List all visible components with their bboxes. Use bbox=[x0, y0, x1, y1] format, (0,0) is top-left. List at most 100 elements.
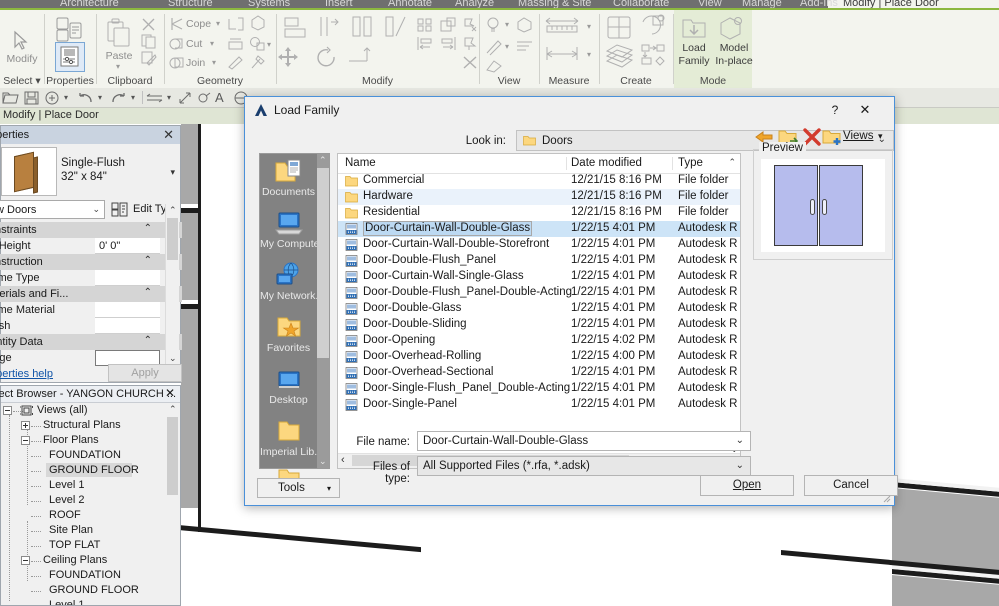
property-group-constraints[interactable]: Constraints ⌃ bbox=[0, 222, 182, 238]
offset-icon[interactable] bbox=[317, 14, 343, 40]
scroll-up-icon[interactable]: ⌃ bbox=[319, 155, 327, 166]
eraser-icon[interactable] bbox=[485, 58, 503, 74]
file-list-header[interactable]: Name Date modified Type ⌃ bbox=[338, 154, 740, 174]
apply-button[interactable]: Apply bbox=[108, 364, 182, 382]
place-desktop[interactable]: Desktop bbox=[260, 364, 317, 414]
create-group-icon[interactable] bbox=[639, 14, 667, 40]
expander-icon[interactable] bbox=[21, 556, 30, 565]
edit-paint-icon[interactable] bbox=[227, 54, 244, 70]
open-icon[interactable] bbox=[2, 91, 19, 105]
close-icon[interactable]: ✕ bbox=[163, 127, 174, 143]
modify-button-label[interactable]: Modify bbox=[0, 53, 44, 65]
load-family-icon[interactable] bbox=[681, 15, 707, 41]
copy-icon[interactable] bbox=[141, 34, 157, 49]
paste-icon[interactable] bbox=[106, 18, 132, 48]
geometry-caret-icon[interactable]: ▾ bbox=[267, 40, 271, 49]
column-header-type[interactable]: Type bbox=[678, 157, 703, 169]
move-icon[interactable] bbox=[273, 44, 303, 72]
sort-ascending-icon[interactable]: ⌃ bbox=[728, 157, 736, 168]
cut-scissors-icon[interactable] bbox=[141, 18, 157, 32]
places-bar[interactable]: Documents My Computer My Network... bbox=[259, 153, 330, 489]
measure-between-icon[interactable] bbox=[544, 17, 584, 37]
chevron-down-icon[interactable]: ▾ bbox=[170, 167, 175, 178]
table-row[interactable]: Door-Single-Flush_Panel_Double-Acting 1/… bbox=[338, 381, 740, 397]
undo-caret-icon[interactable]: ▾ bbox=[98, 93, 102, 102]
cope-caret-icon[interactable]: ▾ bbox=[216, 19, 220, 28]
expander-icon[interactable] bbox=[3, 406, 12, 415]
property-value-box[interactable] bbox=[95, 270, 160, 286]
measure-caret-icon[interactable]: ▾ bbox=[587, 22, 591, 31]
paste-caret-icon[interactable]: ▾ bbox=[116, 62, 120, 71]
align-right-icon[interactable] bbox=[440, 36, 456, 51]
sync-caret-icon[interactable]: ▾ bbox=[64, 93, 68, 102]
property-row-frame-material[interactable]: Frame Material bbox=[0, 302, 182, 318]
paste-button-label[interactable]: Paste bbox=[101, 50, 137, 62]
scroll-down-icon[interactable]: ⌄ bbox=[169, 353, 177, 364]
align-icon[interactable] bbox=[283, 16, 311, 40]
cancel-button[interactable]: Cancel bbox=[804, 475, 898, 496]
create-parts-icon[interactable] bbox=[604, 43, 636, 69]
new-folder-icon[interactable] bbox=[821, 127, 843, 147]
collapse-icon[interactable]: ⌃ bbox=[144, 335, 152, 346]
model-in-place-label-line1[interactable]: Model bbox=[714, 42, 754, 54]
property-row-sill-height[interactable]: Sill Height 0' 0" bbox=[0, 238, 182, 254]
place-favorites[interactable]: Favorites bbox=[260, 312, 317, 362]
project-browser-scrollbar[interactable]: ⌃ bbox=[166, 403, 179, 604]
load-family-label-line2[interactable]: Family bbox=[674, 55, 714, 67]
views-dropdown-button[interactable]: Views bbox=[843, 130, 873, 142]
place-imperial-library[interactable]: Imperial Lib... bbox=[260, 416, 317, 466]
cope-icon[interactable] bbox=[169, 17, 185, 31]
measure-element-icon[interactable] bbox=[544, 44, 584, 64]
close-icon[interactable]: ✕ bbox=[165, 386, 175, 400]
property-group-identity-data[interactable]: Identity Data ⌃ bbox=[0, 334, 182, 350]
save-icon[interactable] bbox=[24, 91, 39, 105]
table-row[interactable]: Door-Opening 1/22/15 4:02 PM Autodesk R bbox=[338, 333, 740, 349]
scrollbar-thumb[interactable] bbox=[167, 417, 178, 495]
property-group-materials[interactable]: Materials and Fi... ⌃ bbox=[0, 286, 182, 302]
tools-button[interactable]: Tools ▾ bbox=[257, 478, 340, 498]
join-button-label[interactable]: Join bbox=[186, 57, 205, 69]
load-family-label-line1[interactable]: Load bbox=[674, 42, 714, 54]
help-button[interactable]: ? bbox=[824, 101, 846, 119]
cut-geometry-icon[interactable] bbox=[169, 36, 185, 51]
scroll-up-icon[interactable]: ⌃ bbox=[169, 404, 177, 415]
filetype-dropdown[interactable]: All Supported Files (*.rfa, *.adsk) ⌄ bbox=[417, 456, 751, 476]
chevron-down-icon[interactable]: ⌄ bbox=[736, 460, 744, 471]
sync-icon[interactable] bbox=[45, 91, 61, 105]
file-list-rows[interactable]: Commercial 12/21/15 8:16 PM File folder … bbox=[338, 173, 740, 455]
create-similar-icon[interactable] bbox=[606, 15, 634, 41]
split-face-icon[interactable] bbox=[227, 17, 244, 31]
model-in-place-label-line2[interactable]: In-place bbox=[714, 55, 754, 67]
property-row-finish[interactable]: Finish bbox=[0, 318, 182, 334]
delete-x-icon[interactable] bbox=[462, 55, 478, 70]
scrollbar-thumb[interactable] bbox=[317, 168, 329, 358]
property-group-construction[interactable]: Construction ⌃ bbox=[0, 254, 182, 270]
table-row[interactable]: Door-Double-Flush_Panel 1/22/15 4:01 PM … bbox=[338, 253, 740, 269]
property-value-box[interactable] bbox=[95, 318, 160, 334]
text-icon[interactable]: A bbox=[215, 90, 224, 105]
file-name[interactable]: Door-Curtain-Wall-Double-Glass bbox=[363, 221, 533, 236]
mirror-pick-axis-icon[interactable] bbox=[350, 14, 376, 40]
reveal-hidden-icon[interactable] bbox=[485, 16, 503, 34]
resize-grip-icon[interactable] bbox=[882, 494, 891, 503]
scrollbar-thumb[interactable] bbox=[167, 218, 178, 260]
table-row[interactable]: Commercial 12/21/15 8:16 PM File folder bbox=[338, 173, 740, 189]
cursor-icon[interactable] bbox=[12, 30, 30, 52]
cut-button-label[interactable]: Cut bbox=[186, 38, 202, 50]
cutaway-icon[interactable] bbox=[515, 16, 534, 34]
match-type-icon[interactable] bbox=[141, 51, 157, 66]
file-list[interactable]: Name Date modified Type ⌃ Commercial 12/… bbox=[337, 153, 741, 469]
hammer-icon[interactable] bbox=[249, 54, 266, 70]
table-row[interactable]: Hardware 12/21/15 8:16 PM File folder bbox=[338, 189, 740, 205]
chevron-down-icon[interactable]: ▾ bbox=[878, 131, 883, 142]
properties-scrollbar[interactable]: ⌃ ⌄ bbox=[165, 204, 179, 365]
table-row[interactable]: Door-Overhead-Sectional 1/22/15 4:01 PM … bbox=[338, 365, 740, 381]
place-my-network[interactable]: My Network... bbox=[260, 260, 317, 310]
dialog-titlebar[interactable]: Load Family ? ✕ bbox=[245, 97, 894, 123]
measure-qat-caret-icon[interactable]: ▾ bbox=[167, 93, 171, 102]
demolish-icon[interactable] bbox=[227, 36, 244, 51]
mirror-draw-axis-icon[interactable] bbox=[383, 14, 409, 40]
align-left-icon[interactable] bbox=[417, 36, 433, 51]
category-dropdown[interactable]: New Doors ⌄ bbox=[0, 200, 105, 219]
create-assembly-icon[interactable] bbox=[640, 43, 668, 69]
